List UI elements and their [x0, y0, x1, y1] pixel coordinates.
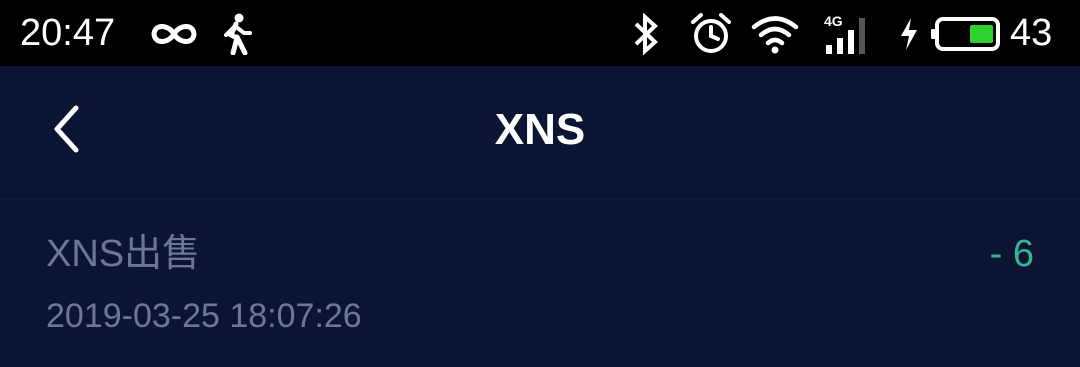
page-title: XNS	[494, 105, 586, 154]
charging-icon	[896, 12, 922, 56]
battery-percent: 43	[1010, 12, 1053, 54]
wifi-icon	[750, 12, 800, 56]
walking-icon	[218, 12, 254, 56]
list-item[interactable]: XNS出售 2019-03-25 18:07:26 - 6	[0, 200, 1080, 367]
alarm-icon	[688, 12, 734, 56]
bluetooth-icon	[628, 12, 664, 56]
record-amount: - 6	[989, 233, 1034, 275]
record-title: XNS出售	[46, 233, 201, 275]
app-header: XNS	[0, 66, 1080, 198]
signal-icon: 4G	[822, 12, 874, 56]
record-timestamp: 2019-03-25 18:07:26	[46, 297, 362, 335]
network-type-label: 4G	[824, 13, 843, 29]
status-bar: 20:47 4G 43	[0, 0, 1080, 66]
status-time: 20:47	[20, 12, 116, 54]
battery-icon	[930, 12, 1002, 56]
infinity-icon	[148, 12, 200, 56]
